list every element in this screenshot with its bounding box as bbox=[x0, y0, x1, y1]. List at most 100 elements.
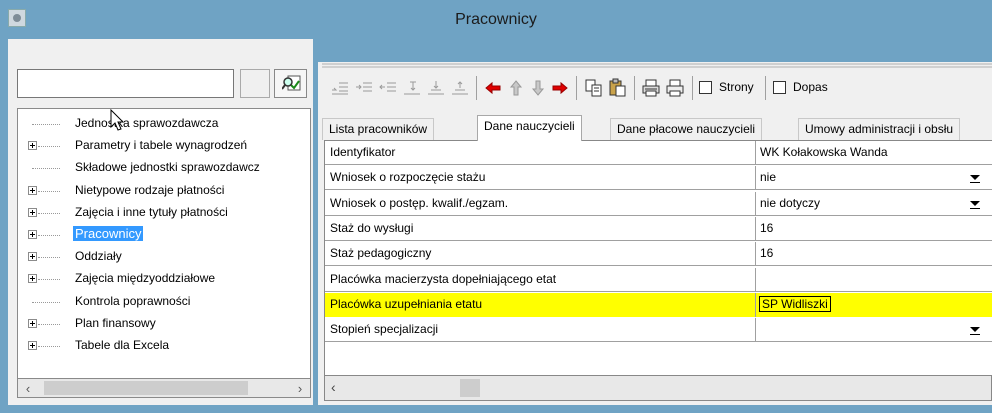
dropdown-arrow-icon[interactable] bbox=[965, 193, 985, 213]
tree-item[interactable]: Składowe jednostki sprawozdawcz bbox=[18, 158, 310, 178]
field-value[interactable]: 16 bbox=[756, 217, 992, 241]
field-value[interactable] bbox=[756, 268, 992, 292]
field-label: Placówka uzupełniania etatu bbox=[325, 292, 756, 317]
expand-icon[interactable] bbox=[28, 230, 37, 239]
grid-row[interactable]: Stopień specjalizacji bbox=[325, 318, 992, 343]
grid-row[interactable]: Placówka uzupełniania etatu SP Widliszki bbox=[325, 292, 992, 317]
sort-up-icon[interactable] bbox=[450, 78, 470, 98]
field-label: Wniosek o postęp. kwalif./egzam. bbox=[325, 191, 756, 216]
field-value[interactable]: SP Widliszki bbox=[756, 292, 992, 317]
tree-horizontal-scrollbar[interactable]: ‹ › bbox=[17, 378, 311, 398]
paste-icon[interactable] bbox=[608, 78, 628, 98]
field-value-text: WK Kołakowska Wanda bbox=[760, 145, 888, 159]
tree-item[interactable]: Zajęcia międzyoddziałowe bbox=[18, 269, 310, 289]
tree-item-label: Jednostka sprawozdawcza bbox=[75, 116, 219, 130]
navigation-tree[interactable]: Jednostka sprawozdawcza Parametry i tabel… bbox=[17, 108, 311, 378]
scroll-right-icon[interactable]: › bbox=[291, 380, 309, 397]
tree-item[interactable]: Jednostka sprawozdawcza bbox=[18, 114, 310, 134]
arrow-up-icon[interactable] bbox=[506, 78, 526, 98]
tree-item-label: Tabele dla Excela bbox=[75, 338, 170, 352]
expand-icon[interactable] bbox=[28, 185, 37, 195]
expand-icon[interactable] bbox=[28, 318, 37, 328]
move-down-row-icon[interactable] bbox=[402, 78, 422, 98]
tree-connector bbox=[38, 235, 60, 236]
tree-item-label: Zajęcia i inne tytuły płatności bbox=[75, 204, 228, 219]
scroll-left-icon[interactable]: ‹ bbox=[331, 379, 336, 395]
expand-icon[interactable] bbox=[28, 274, 37, 284]
expand-icon[interactable] bbox=[28, 207, 37, 217]
grid-row[interactable]: Staż pedagogiczny 16 bbox=[325, 242, 992, 267]
tree-item-label: Składowe jednostki sprawozdawcz bbox=[75, 160, 260, 175]
title-bar[interactable]: Pracownicy bbox=[0, 0, 992, 39]
tree-connector bbox=[32, 168, 60, 170]
field-label: Placówka macierzysta dopełniającego etat bbox=[325, 267, 756, 292]
arrow-left-icon[interactable] bbox=[483, 78, 503, 98]
print-icon[interactable] bbox=[665, 78, 685, 98]
field-value[interactable]: nie dotyczy bbox=[756, 192, 992, 216]
tree-item[interactable]: Kontrola poprawności bbox=[18, 292, 310, 312]
tree-item[interactable]: Plan finansowy bbox=[18, 314, 310, 334]
arrow-down-icon[interactable] bbox=[528, 78, 548, 98]
toolbar: Strony Dopas bbox=[318, 63, 992, 108]
field-value[interactable] bbox=[756, 318, 992, 342]
tab[interactable]: Umowy administracji i obsłu bbox=[798, 118, 961, 140]
tree-connector bbox=[32, 124, 60, 125]
indent-right-icon[interactable] bbox=[330, 78, 350, 98]
tree-connector bbox=[38, 346, 60, 347]
mouse-cursor-icon bbox=[110, 109, 125, 131]
tree-connector bbox=[38, 257, 60, 259]
field-label: Wniosek o rozpoczęcie stażu bbox=[325, 166, 756, 191]
dropdown-arrow-icon[interactable] bbox=[965, 320, 985, 340]
toolbar-separator bbox=[576, 76, 577, 100]
tab[interactable]: Dane nauczycieli bbox=[477, 115, 582, 141]
tree-connector bbox=[38, 212, 60, 214]
field-label: Staż do wysługi bbox=[325, 216, 756, 241]
tree-connector bbox=[38, 323, 60, 325]
field-value-text: nie dotyczy bbox=[760, 195, 821, 210]
tree-connector bbox=[38, 190, 60, 192]
dropdown-arrow-icon[interactable] bbox=[965, 168, 985, 188]
field-value-text: 16 bbox=[760, 246, 774, 261]
expand-icon[interactable] bbox=[28, 141, 37, 151]
toolbar-separator bbox=[476, 76, 477, 100]
expand-icon[interactable] bbox=[28, 341, 37, 350]
tab[interactable]: Lista pracowników bbox=[322, 118, 435, 140]
field-value[interactable]: WK Kołakowska Wanda bbox=[756, 141, 992, 165]
tree-item[interactable]: Nietypowe rodzaje płatności bbox=[18, 181, 310, 201]
search-input[interactable] bbox=[17, 69, 234, 98]
field-value-text: nie bbox=[760, 170, 777, 185]
scrollbar-thumb[interactable] bbox=[460, 379, 480, 397]
indent-icon[interactable] bbox=[354, 78, 374, 98]
tree-item[interactable]: Parametry i tabele wynagrodzeń bbox=[18, 136, 310, 156]
search-spacer bbox=[240, 69, 270, 98]
sort-down-icon[interactable] bbox=[426, 78, 446, 98]
dopasuj-checkbox[interactable] bbox=[773, 81, 786, 94]
grid-row[interactable]: Identyfikator WK Kołakowska Wanda bbox=[325, 141, 992, 165]
properties-grid[interactable]: Identyfikator WK Kołakowska Wanda Wniosek … bbox=[324, 140, 992, 375]
grid-row[interactable]: Placówka macierzysta dopełniającego etat bbox=[325, 267, 992, 292]
scroll-left-icon[interactable]: ‹ bbox=[19, 380, 37, 397]
tree-item[interactable]: Tabele dla Excela bbox=[18, 336, 310, 356]
tree-item[interactable]: Pracownicy bbox=[18, 225, 310, 245]
tree-item[interactable]: Zajęcia i inne tytuły płatności bbox=[18, 203, 310, 223]
arrow-right-icon[interactable] bbox=[550, 78, 570, 98]
search-button[interactable] bbox=[274, 69, 307, 98]
tree-item[interactable]: Oddziały bbox=[18, 247, 310, 267]
grid-row[interactable]: Staż do wysługi 16 bbox=[325, 216, 992, 241]
outdent-icon[interactable] bbox=[378, 78, 398, 98]
field-value[interactable]: nie bbox=[756, 166, 992, 190]
print-preview-icon[interactable] bbox=[641, 78, 661, 98]
expand-icon[interactable] bbox=[28, 252, 37, 262]
copy-icon[interactable] bbox=[584, 78, 604, 98]
window-title: Pracownicy bbox=[455, 11, 537, 28]
tab[interactable]: Dane płacowe nauczycieli bbox=[610, 118, 763, 140]
field-label: Stopień specjalizacji bbox=[325, 318, 756, 343]
field-value[interactable]: 16 bbox=[756, 242, 992, 266]
grid-row[interactable]: Wniosek o rozpoczęcie stażu nie bbox=[325, 166, 992, 191]
grid-horizontal-scrollbar[interactable]: ‹ bbox=[324, 375, 992, 401]
dopasuj-label: Dopas bbox=[793, 80, 828, 94]
field-label: Staż pedagogiczny bbox=[325, 242, 756, 267]
grid-row[interactable]: Wniosek o postęp. kwalif./egzam. nie doty… bbox=[325, 191, 992, 216]
scrollbar-thumb[interactable] bbox=[44, 381, 248, 395]
strony-checkbox[interactable] bbox=[699, 81, 712, 94]
